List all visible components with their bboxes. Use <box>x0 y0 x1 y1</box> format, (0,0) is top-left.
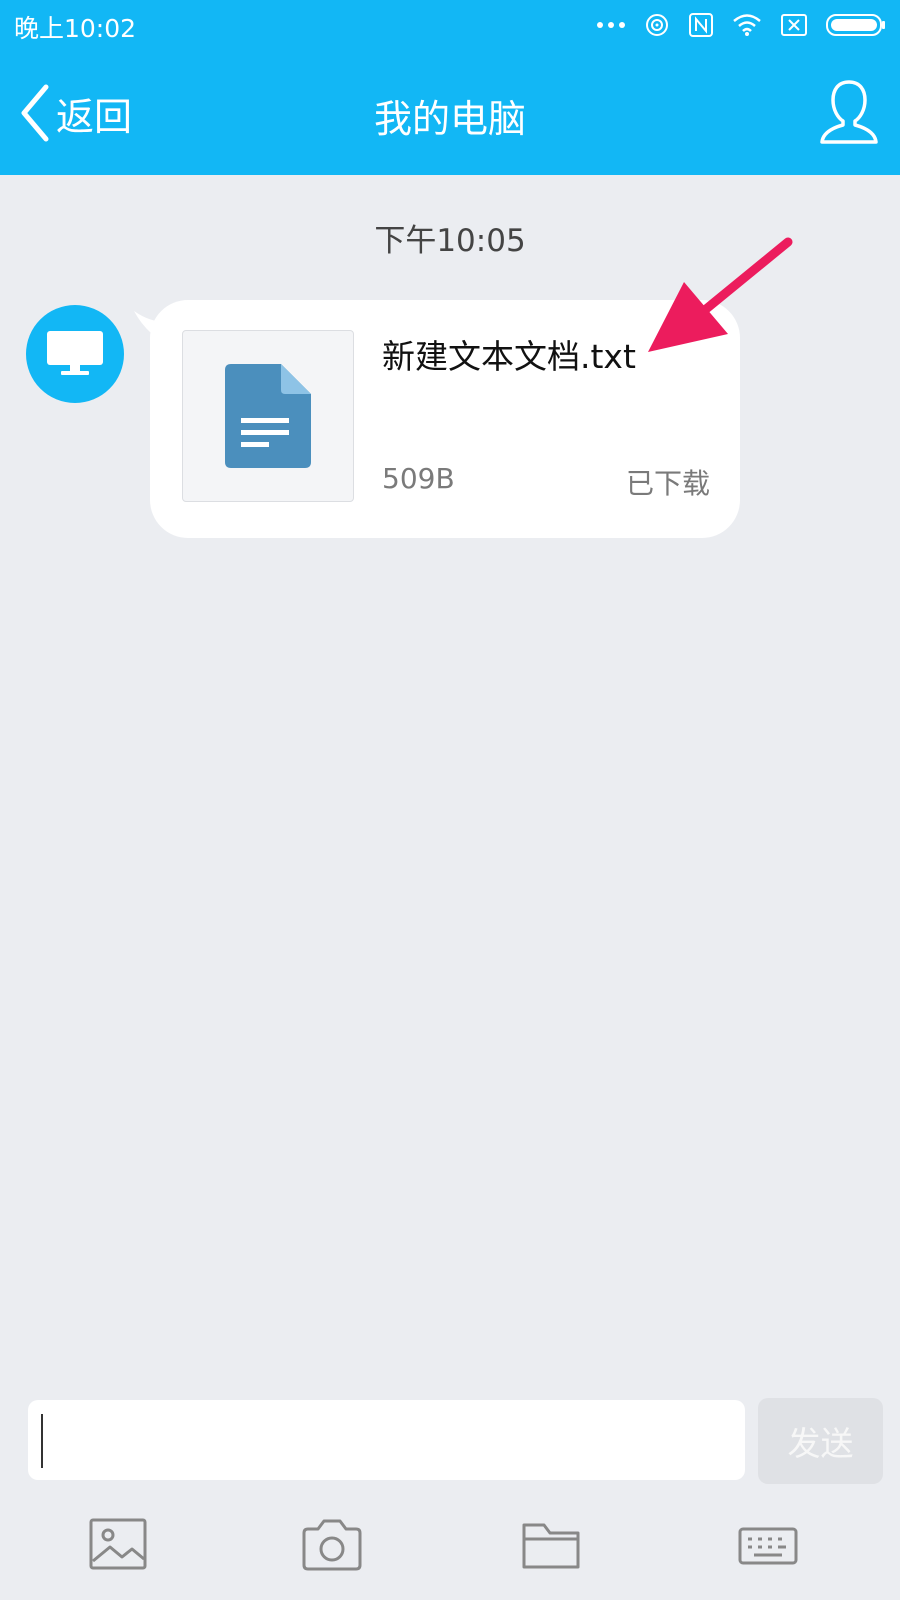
more-dots-icon <box>597 22 625 28</box>
send-button[interactable]: 发送 <box>758 1398 883 1484</box>
status-time: 晚上10:02 <box>14 14 137 43</box>
file-name: 新建文本文档.txt <box>382 337 636 376</box>
annotation-arrow-icon <box>648 237 793 352</box>
profile-button[interactable] <box>818 76 880 146</box>
wifi-icon <box>733 14 761 36</box>
title-bar: 返回 我的电脑 <box>0 50 900 175</box>
status-bar: 晚上10:02 <box>0 0 900 50</box>
file-thumbnail <box>182 330 354 502</box>
page-title: 我的电脑 <box>373 97 526 141</box>
status-icons <box>596 10 886 40</box>
camera-icon[interactable] <box>300 1515 364 1575</box>
text-caret <box>41 1414 43 1468</box>
file-size: 509B <box>382 462 455 495</box>
sim-off-icon <box>781 14 807 36</box>
computer-monitor-icon <box>47 331 103 375</box>
sender-avatar[interactable] <box>26 305 124 403</box>
composer: 发送 <box>0 1390 900 1490</box>
user-profile-icon <box>820 80 878 144</box>
bottom-toolbar <box>0 1505 900 1600</box>
folder-icon[interactable] <box>520 1515 584 1575</box>
battery-icon <box>826 14 885 36</box>
file-status: 已下载 <box>625 467 710 500</box>
document-icon <box>225 364 311 468</box>
keyboard-icon[interactable] <box>736 1515 800 1575</box>
hotspot-icon <box>646 14 668 36</box>
message-input[interactable] <box>28 1400 745 1480</box>
image-icon[interactable] <box>88 1515 152 1575</box>
nfc-icon <box>689 13 713 37</box>
